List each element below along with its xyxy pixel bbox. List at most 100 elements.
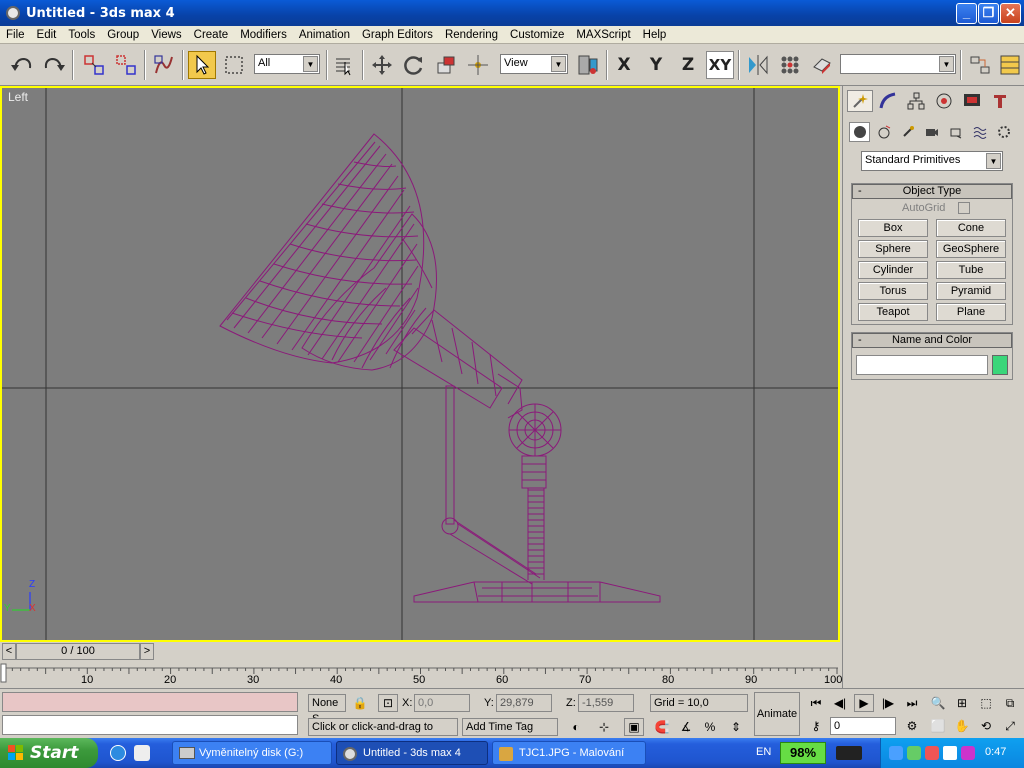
object-color-swatch[interactable] bbox=[992, 355, 1008, 375]
tray-misc-icon[interactable] bbox=[961, 746, 975, 760]
time-slider-thumb[interactable]: 0 / 100 bbox=[16, 643, 140, 660]
pyramid-button[interactable]: Pyramid bbox=[936, 282, 1006, 300]
region-zoom-icon[interactable]: ⬜ bbox=[928, 717, 948, 735]
array-icon[interactable] bbox=[776, 51, 804, 79]
track-bar[interactable]: 10 20 30 40 50 60 70 80 90 100 bbox=[0, 662, 842, 688]
spinner-snap-icon[interactable]: ⇕ bbox=[726, 718, 746, 736]
tray-app-icon[interactable] bbox=[943, 746, 957, 760]
unlink-icon[interactable] bbox=[112, 51, 140, 79]
task-paint[interactable]: TJC1.JPG - Malování bbox=[492, 741, 646, 765]
restrict-x-button[interactable]: X bbox=[610, 51, 638, 79]
add-time-tag-button[interactable]: Add Time Tag bbox=[462, 718, 558, 736]
time-configuration-icon[interactable]: ⚙ bbox=[902, 717, 922, 735]
select-region-icon[interactable] bbox=[220, 51, 248, 79]
arc-rotate-icon[interactable]: ⟲ bbox=[976, 717, 996, 735]
menu-help[interactable]: Help bbox=[637, 29, 673, 41]
time-prev-icon[interactable]: < bbox=[2, 643, 16, 660]
time-next-icon[interactable]: > bbox=[140, 643, 154, 660]
percent-snap-icon[interactable]: % bbox=[700, 718, 720, 736]
rotate-icon[interactable] bbox=[400, 51, 428, 79]
app-icon[interactable] bbox=[6, 6, 20, 20]
tray-network-icon[interactable] bbox=[889, 746, 903, 760]
align-icon[interactable] bbox=[808, 51, 836, 79]
x-coordinate-field[interactable]: 0,0 bbox=[414, 694, 470, 712]
sphere-button[interactable]: Sphere bbox=[858, 240, 928, 258]
manipulate-icon[interactable] bbox=[464, 51, 492, 79]
track-view-icon[interactable] bbox=[966, 51, 994, 79]
zoom-all-icon[interactable]: ⊞ bbox=[952, 694, 972, 712]
selection-filter-dropdown[interactable]: All ▼ bbox=[254, 54, 320, 74]
autogrid-checkbox[interactable] bbox=[958, 202, 970, 214]
lights-icon[interactable] bbox=[897, 122, 918, 142]
snap-toggle-icon[interactable]: 🧲 bbox=[652, 718, 672, 736]
menu-maxscript[interactable]: MAXScript bbox=[570, 29, 636, 41]
internet-explorer-icon[interactable] bbox=[110, 745, 126, 761]
next-frame-icon[interactable]: |▶ bbox=[878, 694, 898, 712]
restrict-y-button[interactable]: Y bbox=[642, 51, 670, 79]
menu-create[interactable]: Create bbox=[188, 29, 235, 41]
menu-animation[interactable]: Animation bbox=[293, 29, 356, 41]
minimize-button[interactable]: _ bbox=[956, 3, 977, 24]
goto-start-icon[interactable]: ⏮ bbox=[806, 694, 826, 712]
cameras-icon[interactable] bbox=[921, 122, 942, 142]
pan-icon[interactable]: ✋ bbox=[952, 717, 972, 735]
mirror-icon[interactable] bbox=[744, 51, 772, 79]
menu-rendering[interactable]: Rendering bbox=[439, 29, 504, 41]
object-type-header[interactable]: - Object Type bbox=[852, 184, 1012, 199]
systems-icon[interactable] bbox=[993, 122, 1014, 142]
box-button[interactable]: Box bbox=[858, 219, 928, 237]
menu-modifiers[interactable]: Modifiers bbox=[234, 29, 293, 41]
select-by-name-icon[interactable] bbox=[330, 51, 358, 79]
start-button[interactable]: Start bbox=[0, 738, 98, 768]
undo-icon[interactable] bbox=[8, 51, 36, 79]
close-button[interactable]: ✕ bbox=[1000, 3, 1021, 24]
move-icon[interactable] bbox=[368, 51, 396, 79]
helpers-icon[interactable] bbox=[945, 122, 966, 142]
tab-modify-icon[interactable] bbox=[875, 90, 901, 112]
angle-snap-icon[interactable]: ∡ bbox=[676, 718, 696, 736]
name-color-header[interactable]: - Name and Color bbox=[852, 333, 1012, 348]
cone-button[interactable]: Cone bbox=[936, 219, 1006, 237]
torus-button[interactable]: Torus bbox=[858, 282, 928, 300]
menu-customize[interactable]: Customize bbox=[504, 29, 570, 41]
schematic-view-icon[interactable] bbox=[996, 51, 1024, 79]
pivot-center-icon[interactable] bbox=[574, 51, 602, 79]
tab-motion-icon[interactable] bbox=[931, 90, 957, 112]
restrict-z-button[interactable]: Z bbox=[674, 51, 702, 79]
geosphere-button[interactable]: GeoSphere bbox=[936, 240, 1006, 258]
snap-spinner-icon[interactable]: ⊹ bbox=[594, 718, 614, 736]
reference-coordinate-dropdown[interactable]: View ▼ bbox=[500, 54, 568, 74]
shapes-icon[interactable] bbox=[873, 122, 894, 142]
redo-icon[interactable] bbox=[40, 51, 68, 79]
select-object-icon[interactable] bbox=[188, 51, 216, 79]
task-removable-disk[interactable]: Vyměnitelný disk (G:) bbox=[172, 741, 332, 765]
snap-3d-icon[interactable]: ▣ bbox=[624, 718, 644, 736]
left-viewport[interactable]: Left Z Y X bbox=[0, 86, 840, 642]
degradation-override-icon[interactable]: ◐ bbox=[566, 718, 586, 736]
select-link-icon[interactable] bbox=[80, 51, 108, 79]
quick-launch-icon[interactable] bbox=[134, 745, 150, 761]
teapot-button[interactable]: Teapot bbox=[858, 303, 928, 321]
tray-security-icon[interactable] bbox=[925, 746, 939, 760]
tab-utilities-icon[interactable] bbox=[987, 90, 1013, 112]
task-3dsmax[interactable]: Untitled - 3ds max 4 bbox=[336, 741, 488, 765]
play-icon[interactable]: ▶ bbox=[854, 694, 874, 712]
plane-button[interactable]: Plane bbox=[936, 303, 1006, 321]
space-warps-icon[interactable] bbox=[969, 122, 990, 142]
scale-icon[interactable] bbox=[432, 51, 460, 79]
zoom-extents-icon[interactable]: ⬚ bbox=[976, 694, 996, 712]
language-indicator[interactable]: EN bbox=[756, 746, 771, 758]
cylinder-button[interactable]: Cylinder bbox=[858, 261, 928, 279]
maxscript-listener-mini[interactable] bbox=[2, 692, 298, 712]
restore-button[interactable]: ❐ bbox=[978, 3, 999, 24]
tab-create-icon[interactable] bbox=[847, 90, 873, 112]
maximize-viewport-icon[interactable]: ⤢ bbox=[1000, 717, 1020, 735]
named-selection-dropdown[interactable]: ▼ bbox=[840, 54, 956, 74]
menu-group[interactable]: Group bbox=[101, 29, 145, 41]
tray-device-icon[interactable] bbox=[907, 746, 921, 760]
menu-file[interactable]: File bbox=[0, 29, 31, 41]
menu-tools[interactable]: Tools bbox=[62, 29, 101, 41]
animate-button[interactable]: Animate bbox=[754, 692, 800, 736]
maxscript-input[interactable] bbox=[2, 715, 298, 735]
tube-button[interactable]: Tube bbox=[936, 261, 1006, 279]
